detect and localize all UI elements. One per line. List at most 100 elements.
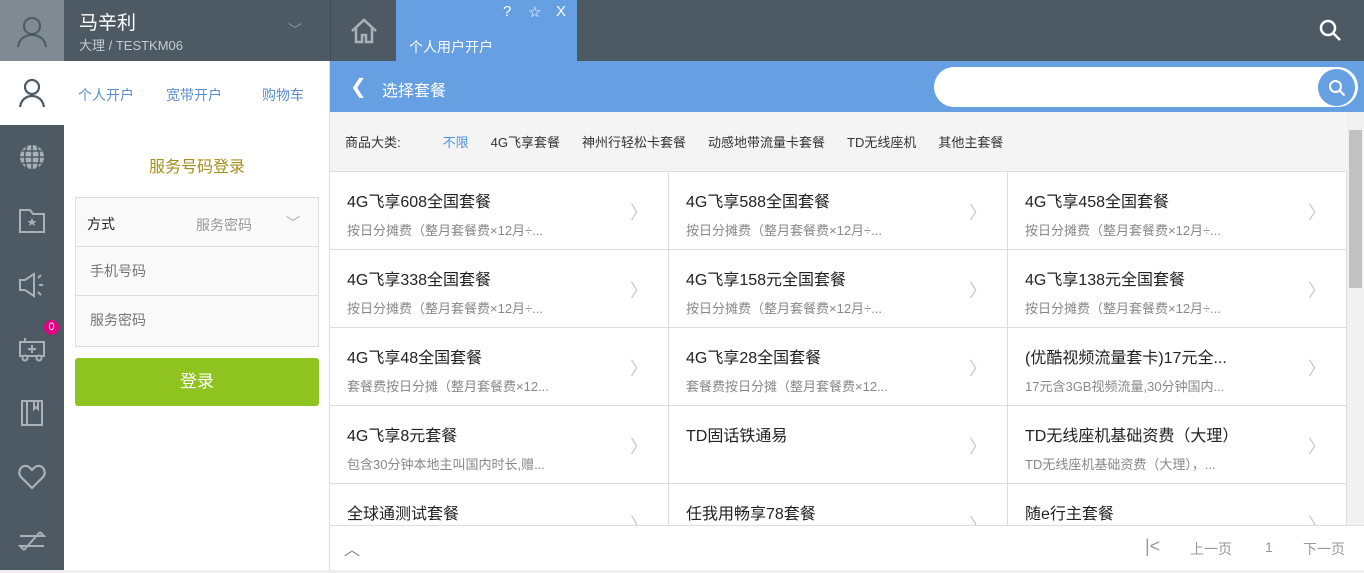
- search-button[interactable]: [1318, 69, 1355, 106]
- chevron-down-icon[interactable]: ﹀: [288, 20, 302, 40]
- book-icon: [21, 400, 43, 426]
- package-item[interactable]: 4G飞享28全国套餐 套餐费按日分摊（整月套餐费×12... 〉: [669, 328, 1008, 406]
- close-icon[interactable]: X: [556, 3, 566, 20]
- package-item[interactable]: 全球通测试套餐〉: [330, 484, 669, 525]
- globe-icon: [20, 145, 44, 169]
- user-org: 大理 / TESTKM06: [79, 38, 184, 53]
- package-desc: 按日分摊费（整月套餐费×12月÷...: [347, 301, 544, 316]
- package-item[interactable]: 4G飞享458全国套餐 按日分摊费（整月套餐费×12月÷... 〉: [1008, 172, 1347, 250]
- password-input[interactable]: [76, 296, 316, 344]
- package-desc: TD无线座机基础资费（大理），...: [1025, 457, 1216, 472]
- page-title: 选择套餐: [382, 83, 447, 100]
- package-desc: 套餐费按日分摊（整月套餐费×12...: [686, 379, 888, 394]
- package-name: 4G飞享338全国套餐: [347, 272, 492, 289]
- package-item[interactable]: 4G飞享138元全国套餐 按日分摊费（整月套餐费×12月÷... 〉: [1008, 250, 1347, 328]
- megaphone-icon: [19, 272, 43, 298]
- search-input[interactable]: [934, 67, 1358, 107]
- package-name: TD固话铁通易: [686, 428, 788, 445]
- phone-field-row: [76, 247, 318, 296]
- nav-book[interactable]: [0, 381, 64, 445]
- tab-broadband[interactable]: 宽带开户: [166, 85, 222, 105]
- nav-favorites-folder[interactable]: [0, 189, 64, 253]
- star-icon[interactable]: ☆: [528, 3, 541, 21]
- global-search-button[interactable]: [1318, 18, 1342, 47]
- search-icon: [1319, 19, 1341, 41]
- cart-badge: 0: [44, 320, 59, 335]
- user-icon: [18, 78, 46, 108]
- method-value: 服务密码: [196, 217, 252, 233]
- method-select[interactable]: 方式 服务密码 ﹀: [76, 198, 318, 247]
- login-panel: 个人开户 宽带开户 购物车 服务号码登录 方式 服务密码 ﹀ 登录: [64, 61, 330, 570]
- chevron-down-icon: ﹀: [286, 215, 300, 231]
- package-item[interactable]: 任我用畅享78套餐〉: [669, 484, 1008, 525]
- package-desc: 按日分摊费（整月套餐费×12月÷...: [686, 223, 883, 238]
- login-title: 服务号码登录: [148, 159, 245, 176]
- chevron-right-icon: 〉: [630, 203, 648, 223]
- prev-page-button[interactable]: 上一页: [1190, 539, 1232, 559]
- pagination-bar: ︿ |< 上一页 1 下一页: [330, 525, 1364, 570]
- nav-switch[interactable]: [0, 509, 64, 573]
- category-0[interactable]: 不限: [443, 132, 469, 151]
- chevron-up-icon[interactable]: ︿: [344, 536, 360, 560]
- chevron-right-icon: 〉: [969, 359, 987, 379]
- help-icon[interactable]: ?: [503, 3, 511, 20]
- tab-cart[interactable]: 购物车: [262, 85, 304, 105]
- home-button[interactable]: [330, 0, 396, 61]
- package-desc: 按日分摊费（整月套餐费×12月÷...: [686, 301, 883, 316]
- login-button[interactable]: 登录: [75, 358, 319, 406]
- category-5[interactable]: 其他主套餐: [938, 132, 1003, 151]
- package-desc: 按日分摊费（整月套餐费×12月÷...: [1025, 223, 1222, 238]
- category-3[interactable]: 动感地带流量卡套餐: [708, 132, 825, 151]
- first-page-icon[interactable]: |<: [1145, 536, 1160, 557]
- package-name: 4G飞享138元全国套餐: [1025, 272, 1186, 289]
- chevron-right-icon: 〉: [1308, 281, 1326, 301]
- nav-user[interactable]: [0, 61, 64, 125]
- package-name: 4G飞享8元套餐: [347, 428, 458, 445]
- tab-label: 个人用户开户: [409, 39, 493, 55]
- package-item[interactable]: 4G飞享608全国套餐 按日分摊费（整月套餐费×12月÷... 〉: [330, 172, 669, 250]
- folder-star-icon: [19, 209, 45, 233]
- nav-announcements[interactable]: [0, 253, 64, 317]
- avatar[interactable]: [0, 0, 64, 61]
- package-item[interactable]: (优酷视频流量套卡)17元全... 17元含3GB视频流量,30分钟国内... 〉: [1008, 328, 1347, 406]
- back-icon[interactable]: ❮: [350, 74, 367, 99]
- nav-favorites[interactable]: [0, 445, 64, 509]
- current-page: 1: [1265, 539, 1273, 555]
- chevron-right-icon: 〉: [630, 515, 648, 525]
- search-icon: [1328, 79, 1345, 96]
- tab-personal[interactable]: 个人开户: [78, 85, 134, 105]
- package-item[interactable]: 4G飞享338全国套餐按日分摊费（整月套餐费×12月÷... 〉: [330, 250, 669, 328]
- package-item[interactable]: 4G飞享8元套餐 包含30分钟本地主叫国内时长,赠... 〉: [330, 406, 669, 484]
- package-name: 4G飞享48全国套餐: [347, 350, 483, 367]
- package-item[interactable]: 4G飞享48全国套餐 套餐费按日分摊（整月套餐费×12... 〉: [330, 328, 669, 406]
- package-item[interactable]: TD固话铁通易〉: [669, 406, 1008, 484]
- chevron-right-icon: 〉: [1308, 203, 1326, 223]
- chevron-right-icon: 〉: [969, 203, 987, 223]
- package-item[interactable]: 4G飞享588全国套餐按日分摊费（整月套餐费×12月÷... 〉: [669, 172, 1008, 250]
- heart-icon: [18, 464, 46, 490]
- category-1[interactable]: 4G飞享套餐: [491, 132, 560, 151]
- user-name: 马辛利: [79, 13, 137, 34]
- top-bar: [0, 0, 1364, 61]
- package-desc: 包含30分钟本地主叫国内时长,赠...: [347, 457, 545, 472]
- chevron-right-icon: 〉: [1308, 515, 1326, 525]
- nav-globe[interactable]: [0, 125, 64, 189]
- package-item[interactable]: 随e行主套餐〉: [1008, 484, 1347, 525]
- category-2[interactable]: 神州行轻松卡套餐: [582, 132, 686, 151]
- package-name: 4G飞享588全国套餐: [686, 194, 831, 211]
- login-form: 方式 服务密码 ﹀: [75, 197, 319, 347]
- phone-input[interactable]: [76, 247, 316, 295]
- package-item[interactable]: TD无线座机基础资费（大理） TD无线座机基础资费（大理），... 〉: [1008, 406, 1347, 484]
- password-field-row: [76, 296, 318, 345]
- scrollbar-thumb[interactable]: [1349, 130, 1362, 288]
- chevron-right-icon: 〉: [630, 359, 648, 379]
- category-4[interactable]: TD无线座机: [847, 132, 916, 151]
- package-desc: 17元含3GB视频流量,30分钟国内...: [1025, 379, 1225, 394]
- chevron-right-icon: 〉: [1308, 359, 1326, 379]
- chevron-right-icon: 〉: [1308, 437, 1326, 457]
- package-name: 随e行主套餐: [1025, 506, 1114, 523]
- next-page-button[interactable]: 下一页: [1303, 539, 1345, 559]
- tab-personal-account[interactable]: ? ☆ X 个人用户开户: [396, 0, 577, 61]
- package-item[interactable]: 4G飞享158元全国套餐 按日分摊费（整月套餐费×12月÷... 〉: [669, 250, 1008, 328]
- chevron-right-icon: 〉: [630, 281, 648, 301]
